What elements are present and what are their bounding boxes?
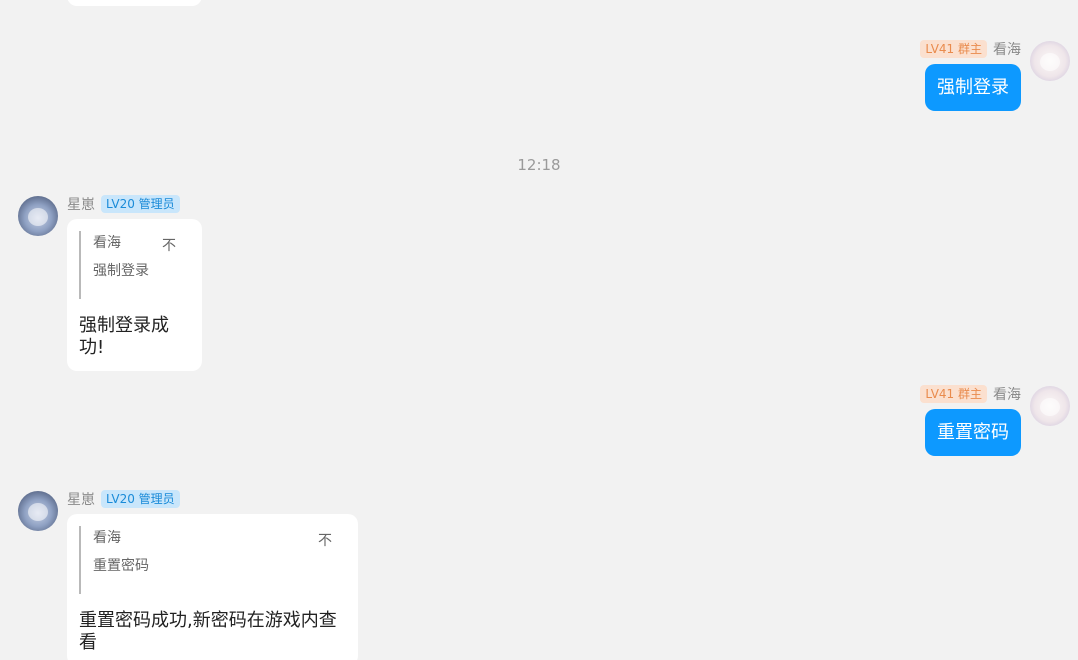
timestamp: 12:18 bbox=[517, 156, 561, 174]
sender-name[interactable]: 看海 bbox=[993, 384, 1021, 404]
avatar[interactable] bbox=[18, 196, 58, 236]
message-text: 强制登录成功! bbox=[79, 315, 169, 358]
quote-text: 强制登录 bbox=[93, 263, 149, 279]
admin-level-badge: LV20 管理员 bbox=[101, 195, 180, 213]
quote-mark: 不 bbox=[318, 533, 332, 549]
avatar[interactable] bbox=[1030, 386, 1070, 426]
admin-level-badge: LV20 管理员 bbox=[101, 490, 180, 508]
quoted-message[interactable]: 看海 不 强制登录 bbox=[79, 231, 190, 299]
message-text: 重置密码成功,新密码在游戏内查看 bbox=[79, 610, 337, 653]
previous-message-bubble[interactable] bbox=[67, 0, 202, 6]
message-bubble-other[interactable]: 看海 不 强制登录 强制登录成功! bbox=[67, 219, 202, 371]
sender-meta: 星崽 LV20 管理员 bbox=[67, 194, 180, 214]
sender-name[interactable]: 看海 bbox=[993, 39, 1021, 59]
message-bubble-self[interactable]: 强制登录 bbox=[925, 64, 1021, 111]
sender-meta: LV41 群主 看海 bbox=[920, 39, 1021, 59]
message-bubble-other[interactable]: 看海 不 重置密码 重置密码成功,新密码在游戏内查看 bbox=[67, 514, 358, 660]
sender-name[interactable]: 星崽 bbox=[67, 489, 95, 509]
message-bubble-self[interactable]: 重置密码 bbox=[925, 409, 1021, 456]
avatar[interactable] bbox=[18, 491, 58, 531]
owner-level-badge: LV41 群主 bbox=[920, 385, 987, 403]
quote-mark: 不 bbox=[162, 238, 176, 254]
quoted-message[interactable]: 看海 不 重置密码 bbox=[79, 526, 346, 594]
sender-name[interactable]: 星崽 bbox=[67, 194, 95, 214]
avatar[interactable] bbox=[1030, 41, 1070, 81]
sender-meta: LV41 群主 看海 bbox=[920, 384, 1021, 404]
sender-meta: 星崽 LV20 管理员 bbox=[67, 489, 180, 509]
quote-author: 看海 bbox=[93, 530, 121, 546]
owner-level-badge: LV41 群主 bbox=[920, 40, 987, 58]
chat-view: LV41 群主 看海 强制登录 12:18 星崽 LV20 管理员 看海 不 强… bbox=[0, 0, 1078, 660]
quote-text: 重置密码 bbox=[93, 558, 149, 574]
